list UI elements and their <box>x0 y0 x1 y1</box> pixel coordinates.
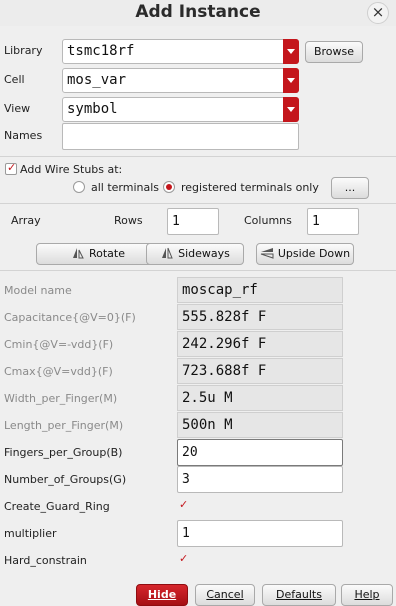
sideways-label: Sideways <box>178 247 230 260</box>
length-per-finger-field: 500n M <box>177 412 343 438</box>
fingers-per-group-input[interactable]: 20 <box>177 439 343 466</box>
close-button[interactable]: × <box>367 2 389 24</box>
columns-value: 1 <box>312 214 320 229</box>
cancel-button[interactable]: Cancel <box>195 584 255 606</box>
cell-label: Cell <box>4 73 25 86</box>
number-of-groups-input[interactable]: 3 <box>177 466 343 493</box>
param-value: 723.688f F <box>182 363 267 379</box>
library-value: tsmc18rf <box>67 43 135 59</box>
param-label: Number_of_Groups(G) <box>4 473 127 486</box>
hide-label: Hide <box>147 588 177 601</box>
param-value: 2.5u M <box>182 390 233 406</box>
registered-terminals-radio[interactable] <box>163 181 175 193</box>
close-icon: × <box>371 3 385 21</box>
param-value: 20 <box>182 445 198 460</box>
upside-down-button[interactable]: Upside Down <box>256 243 354 265</box>
view-label: View <box>4 102 31 115</box>
param-value: 500n M <box>182 417 233 433</box>
columns-label: Columns <box>244 214 292 227</box>
cancel-label: Cancel <box>206 588 244 601</box>
hard-constrain-checkbox[interactable] <box>178 552 190 566</box>
rotate-icon <box>72 248 84 259</box>
rows-input[interactable]: 1 <box>167 208 219 235</box>
rotate-button[interactable]: Rotate <box>36 243 160 265</box>
sideways-button[interactable]: Sideways <box>146 243 244 265</box>
help-button[interactable]: Help <box>341 584 393 606</box>
all-terminals-radio[interactable] <box>73 181 85 193</box>
wire-stubs-checkbox[interactable] <box>5 161 17 175</box>
multiplier-input[interactable]: 1 <box>177 520 343 547</box>
capacitance-field: 555.828f F <box>177 304 343 330</box>
window-title: Add Instance <box>135 2 261 22</box>
upside-down-icon <box>260 248 274 259</box>
param-label: Width_per_Finger(M) <box>4 392 118 405</box>
chevron-down-icon[interactable] <box>283 39 299 64</box>
param-value: 242.296f F <box>182 336 267 352</box>
rows-value: 1 <box>172 214 180 229</box>
cmin-field: 242.296f F <box>177 331 343 357</box>
create-guard-ring-checkbox[interactable] <box>178 498 190 512</box>
library-label: Library <box>4 44 43 57</box>
sideways-icon <box>162 247 173 259</box>
browse-button[interactable]: Browse <box>305 41 363 63</box>
cmax-field: 723.688f F <box>177 358 343 384</box>
param-label: Length_per_Finger(M) <box>4 419 124 432</box>
chevron-down-icon[interactable] <box>283 68 299 93</box>
defaults-button[interactable]: Defaults <box>262 584 336 606</box>
divider <box>0 203 396 204</box>
cell-value: mos_var <box>67 72 127 88</box>
param-label: Capacitance{@V=0}(F) <box>4 311 136 324</box>
param-label: Hard_constrain <box>4 554 87 567</box>
divider <box>0 156 396 157</box>
more-options-button[interactable]: ... <box>331 177 369 199</box>
library-combo[interactable]: tsmc18rf <box>62 39 299 64</box>
width-per-finger-field: 2.5u M <box>177 385 343 411</box>
param-label: Cmin{@V=-vdd}(F) <box>4 338 114 351</box>
columns-input[interactable]: 1 <box>307 208 359 235</box>
names-label: Names <box>4 129 43 142</box>
param-value: 1 <box>182 526 190 541</box>
divider <box>0 270 396 271</box>
all-terminals-label: all terminals <box>91 181 160 194</box>
registered-terminals-label: registered terminals only <box>181 181 319 194</box>
wire-stubs-label: Add Wire Stubs at: <box>20 163 123 176</box>
chevron-down-icon[interactable] <box>283 97 299 122</box>
upside-down-label: Upside Down <box>277 247 351 260</box>
cell-combo[interactable]: mos_var <box>62 68 299 93</box>
param-value: moscap_rf <box>182 282 258 298</box>
help-label: Help <box>354 588 380 601</box>
param-label: multiplier <box>4 527 57 540</box>
names-input[interactable] <box>62 123 299 150</box>
param-value: 3 <box>182 472 190 487</box>
hide-button[interactable]: Hide <box>136 584 188 606</box>
model-name-field: moscap_rf <box>177 277 343 303</box>
rotate-label: Rotate <box>88 247 125 260</box>
view-value: symbol <box>67 101 118 117</box>
defaults-label: Defaults <box>276 588 322 601</box>
param-label: Model name <box>4 284 72 297</box>
rows-label: Rows <box>114 214 143 227</box>
array-label: Array <box>11 214 41 227</box>
view-combo[interactable]: symbol <box>62 97 299 122</box>
param-label: Create_Guard_Ring <box>4 500 110 513</box>
param-label: Fingers_per_Group(B) <box>4 446 123 459</box>
param-label: Cmax{@V=vdd}(F) <box>4 365 113 378</box>
param-value: 555.828f F <box>182 309 267 325</box>
